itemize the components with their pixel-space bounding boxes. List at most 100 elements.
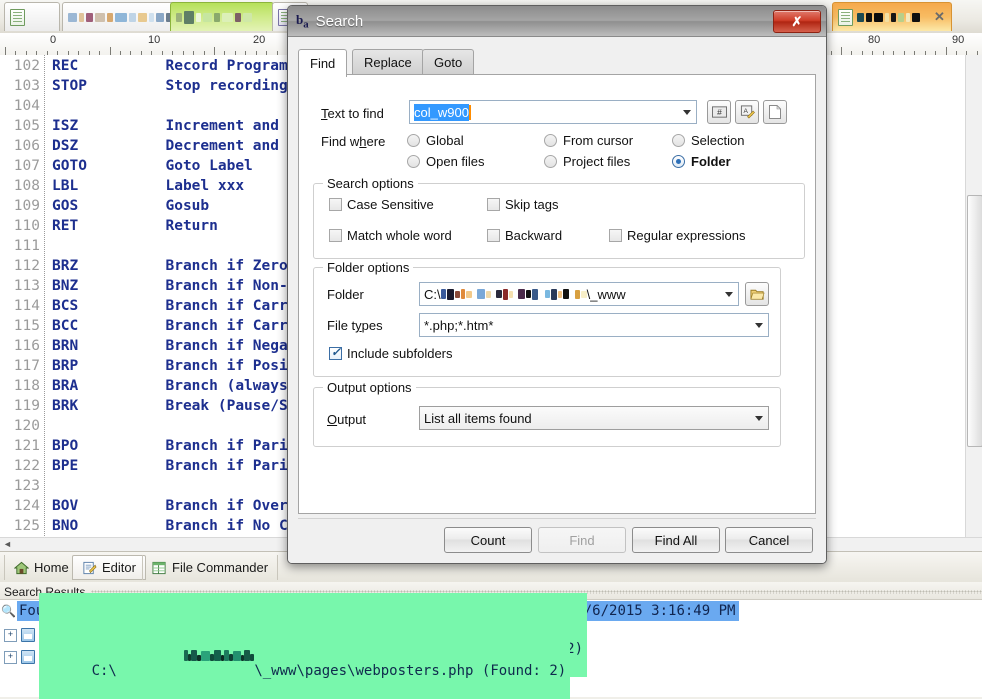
code-line[interactable]: BPO Branch if Pari — [52, 436, 288, 456]
code-line[interactable]: BOV Branch if Over — [52, 496, 288, 516]
chevron-down-icon-output[interactable] — [755, 416, 763, 421]
line-number: 122 — [13, 458, 40, 474]
line-number: 104 — [13, 98, 40, 114]
tab-editor[interactable]: Editor — [72, 555, 146, 580]
count-button[interactable]: Count — [444, 527, 532, 553]
checkbox-include-subfolders[interactable]: Include subfolders — [329, 345, 453, 361]
editor-scroll-thumb[interactable] — [967, 195, 982, 447]
checkbox-include-subfolders-label: Include subfolders — [347, 346, 453, 361]
tab-file-commander[interactable]: File Commander — [142, 555, 279, 580]
checkbox-box-include-subfolders — [329, 345, 342, 360]
redacted-tab-label-active — [176, 10, 268, 24]
doc-tab-active[interactable] — [170, 2, 274, 31]
checkbox-regular-expressions[interactable]: Regular expressions — [609, 228, 746, 243]
checkbox-box-backward — [487, 229, 500, 242]
expand-icon-2[interactable]: + — [4, 650, 17, 664]
result-row-2[interactable]: + C:\ \_www\pages\webposters.php (Found:… — [0, 615, 571, 699]
folder-input[interactable]: C:\ \_www — [419, 282, 739, 306]
dialog-title-bar[interactable]: ba Search ✗ — [288, 6, 826, 37]
browse-folder-button[interactable] — [745, 282, 769, 306]
line-number: 124 — [13, 498, 40, 514]
find-all-button[interactable]: Find All — [632, 527, 720, 553]
radio-selection[interactable]: Selection — [672, 133, 744, 148]
tab-home[interactable]: Home — [4, 555, 79, 580]
text-to-find-input[interactable]: col_w900 — [409, 100, 697, 124]
line-number: 118 — [13, 378, 40, 394]
insert-special-char-button[interactable]: # — [707, 100, 731, 124]
radio-project-files[interactable]: Project files — [544, 154, 630, 169]
code-line[interactable]: LBL Label xxx — [52, 176, 244, 196]
tab-file-commander-label: File Commander — [172, 560, 269, 575]
checkbox-backward-label: Backward — [505, 228, 563, 243]
code-line[interactable]: BRA Branch (always — [52, 376, 288, 396]
file-commander-icon — [152, 561, 166, 574]
dialog-title: Search — [315, 12, 364, 30]
cancel-button[interactable]: Cancel — [725, 527, 813, 553]
page-icon — [10, 8, 25, 26]
radio-dot-selection — [672, 134, 685, 147]
code-line[interactable]: REC Record Program — [52, 56, 288, 76]
output-value: List all items found — [424, 410, 532, 426]
code-line[interactable]: BRP Branch if Posi — [52, 356, 288, 376]
radio-folder[interactable]: Folder — [672, 154, 731, 169]
checkbox-regular-expressions-label: Regular expressions — [627, 228, 746, 243]
radio-global[interactable]: Global — [407, 133, 464, 148]
close-icon[interactable]: ✕ — [933, 10, 946, 24]
code-line[interactable]: GOTO Goto Label — [52, 156, 253, 176]
ruler-mark-90: 90 — [952, 34, 965, 46]
svg-text:#: # — [717, 107, 722, 117]
editor-vertical-scrollbar[interactable] — [965, 55, 982, 544]
checkbox-skip-tags[interactable]: Skip tags — [487, 197, 558, 212]
dialog-tab-goto[interactable]: Goto — [422, 49, 475, 75]
insert-regex-button[interactable]: A — [735, 100, 759, 124]
code-line[interactable]: GOS Gosub — [52, 196, 209, 216]
code-line[interactable]: ISZ Increment and — [52, 116, 279, 136]
folder-icon — [749, 289, 765, 300]
code-line[interactable]: DSZ Decrement and — [52, 136, 279, 156]
dialog-tab-replace[interactable]: Replace — [352, 49, 424, 75]
chevron-down-icon[interactable] — [683, 110, 691, 115]
doc-tab-1[interactable] — [4, 2, 60, 31]
line-number: 123 — [13, 478, 40, 494]
chevron-down-icon-file-types[interactable] — [755, 323, 763, 328]
search-dialog[interactable]: ba Search ✗ Find Replace Goto Text to fi… — [287, 5, 827, 564]
folder-options-title: Folder options — [323, 260, 414, 275]
expand-icon-1[interactable]: + — [4, 628, 17, 642]
chevron-down-icon-folder[interactable] — [725, 292, 733, 297]
radio-open-files[interactable]: Open files — [407, 154, 485, 169]
code-line[interactable]: BRN Branch if Nega — [52, 336, 288, 356]
code-line[interactable]: BRK Break (Pause/S — [52, 396, 288, 416]
code-line[interactable]: BCC Branch if Carr — [52, 316, 288, 336]
find-where-label: Find where — [321, 134, 386, 149]
code-line[interactable]: STOP Stop recording — [52, 76, 288, 96]
file-types-input[interactable]: *.php;*.htm* — [419, 313, 769, 337]
close-button[interactable]: ✗ — [773, 10, 821, 33]
checkbox-box-case-sensitive — [329, 198, 342, 211]
dialog-button-separator — [298, 518, 816, 519]
checkbox-case-sensitive[interactable]: Case Sensitive — [329, 197, 434, 212]
scroll-left-arrow[interactable]: ◄ — [3, 539, 12, 549]
ruler-tick — [214, 47, 215, 55]
code-line[interactable]: BCS Branch if Carr — [52, 296, 288, 316]
checkbox-box-match-whole-word — [329, 229, 342, 242]
line-number: 117 — [13, 358, 40, 374]
checkbox-match-whole-word[interactable]: Match whole word — [329, 228, 452, 243]
checkbox-skip-tags-label: Skip tags — [505, 197, 559, 212]
blank-page-icon — [769, 105, 781, 119]
doc-tab-right[interactable]: ✕ — [832, 2, 952, 31]
clear-button[interactable] — [763, 100, 787, 124]
count-button-label: Count — [470, 532, 506, 548]
code-line[interactable]: BRZ Branch if Zero — [52, 256, 288, 276]
code-line[interactable]: BPE Branch if Pari — [52, 456, 288, 476]
code-line[interactable]: BNO Branch if No C — [52, 516, 288, 536]
code-line[interactable]: BNZ Branch if Non- — [52, 276, 288, 296]
line-number: 105 — [13, 118, 40, 134]
radio-from-cursor[interactable]: From cursor — [544, 133, 633, 148]
code-line[interactable]: RET Return — [52, 216, 218, 236]
pencil-box-icon: A — [740, 105, 755, 119]
checkbox-backward[interactable]: Backward — [487, 228, 562, 243]
file-icon-2 — [21, 650, 35, 664]
dialog-tab-find[interactable]: Find — [298, 49, 348, 77]
checkbox-box-skip-tags — [487, 198, 500, 211]
output-select[interactable]: List all items found — [419, 406, 769, 430]
